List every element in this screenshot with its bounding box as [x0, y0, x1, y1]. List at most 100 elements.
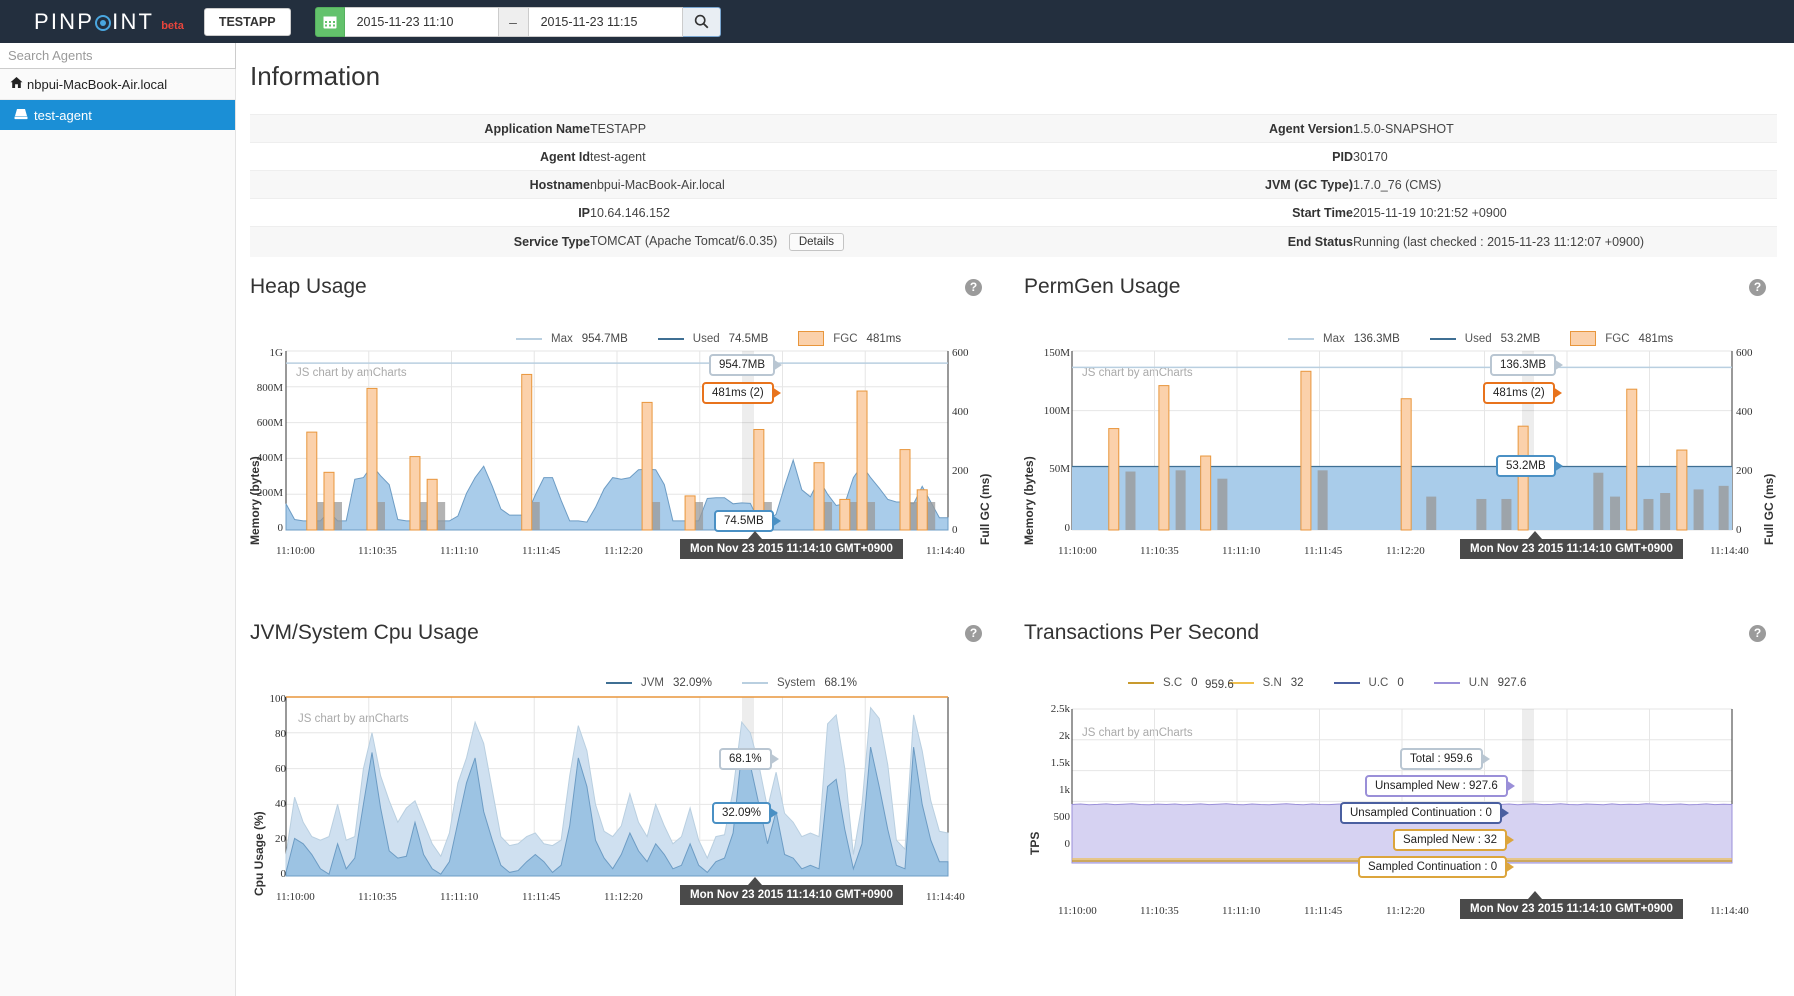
- info-label: Hostname: [529, 177, 590, 192]
- cursor-arrow-icon: [1528, 531, 1542, 539]
- legend-label: U.N: [1468, 677, 1489, 689]
- logo-text-part1: PINP: [34, 8, 95, 34]
- legend-value: 74.5MB: [728, 332, 769, 345]
- legend-item[interactable]: Used 53.2MB: [1429, 333, 1540, 345]
- sidebar-item-test-agent[interactable]: test-agent: [0, 100, 235, 130]
- legend-label: Max: [551, 332, 573, 345]
- cpu-system-balloon: 68.1%: [719, 748, 779, 770]
- sidebar-host-label: nbpui-MacBook-Air.local: [27, 76, 168, 92]
- legend-label: JVM: [641, 677, 664, 689]
- info-value: 10.64.146.152: [590, 205, 670, 220]
- legend-item[interactable]: Max 136.3MB: [1288, 333, 1400, 345]
- legend-line-icon: [516, 337, 542, 340]
- legend-value: 0: [1191, 677, 1198, 689]
- legend-item[interactable]: S.N 32: [1227, 677, 1304, 689]
- help-icon[interactable]: ?: [1749, 278, 1766, 296]
- cursor-arrow-icon: [1528, 891, 1542, 899]
- permgen-usage-chart[interactable]: Memory (bytes) Full GC (ms) JS chart by …: [1010, 345, 1780, 575]
- legend-value: 0: [1397, 677, 1404, 689]
- info-value: TESTAPP: [590, 121, 647, 136]
- cursor-arrow-icon: [748, 877, 762, 885]
- calendar-icon[interactable]: [314, 6, 345, 37]
- legend-line-icon: [742, 682, 769, 684]
- x-tick: 11:11:45: [522, 891, 561, 903]
- info-value: 1.5.0-SNAPSHOT: [1353, 121, 1454, 136]
- legend-item[interactable]: Max 954.7MB: [516, 333, 628, 345]
- from-date-input[interactable]: 2015-11-23 11:10: [344, 6, 499, 37]
- heap-max-balloon: 954.7MB: [709, 354, 783, 376]
- cpu-usage-panel: JVM/System Cpu Usage ? JVM 32.09% System…: [236, 621, 996, 905]
- legend-item[interactable]: FGC 481ms: [1570, 331, 1673, 346]
- range-separator-icon: –: [498, 6, 529, 37]
- x-tick: 11:11:45: [522, 545, 561, 557]
- to-date-input[interactable]: 2015-11-23 11:15: [528, 6, 683, 37]
- legend-item[interactable]: S.C 0: [1128, 677, 1198, 689]
- cpu-legend: JVM 32.09% System 68.1%: [606, 677, 996, 689]
- legend-label: Max: [1323, 332, 1345, 345]
- legend-value: 136.3MB: [1353, 332, 1400, 345]
- info-label: Start Time: [1292, 205, 1353, 220]
- heap-legend: Max 954.7MB Used 74.5MB FGC 481ms: [516, 331, 996, 346]
- legend-item[interactable]: JVM 32.09%: [606, 677, 712, 689]
- help-icon[interactable]: ?: [1749, 624, 1766, 642]
- legend-line-icon: [1288, 337, 1314, 340]
- info-label: Service Type: [513, 235, 590, 249]
- application-selector-button[interactable]: TESTAPP: [203, 7, 291, 36]
- logo-o-ring-icon: [95, 14, 112, 31]
- cpu-jvm-balloon: 32.09%: [712, 802, 779, 824]
- legend-line-icon: [657, 337, 684, 340]
- table-row: Agent Id test-agent PID 30170: [250, 142, 1777, 171]
- permgen-used-balloon: 53.2MB: [1496, 455, 1563, 477]
- x-tick: 11:10:35: [1140, 905, 1179, 917]
- legend-value: 481ms: [866, 332, 902, 345]
- x-tick: 11:10:00: [1058, 905, 1097, 917]
- info-label: IP: [578, 205, 590, 220]
- heap-fgc-balloon: 481ms (2): [702, 382, 781, 404]
- legend-item[interactable]: System 68.1%: [742, 677, 857, 689]
- x-tick: 11:14:40: [926, 545, 965, 557]
- info-value: Running (last checked : 2015-11-23 11:12…: [1353, 235, 1645, 249]
- legend-label: System: [777, 677, 816, 689]
- legend-item[interactable]: FGC 481ms: [798, 331, 901, 346]
- cpu-usage-title: JVM/System Cpu Usage: [250, 621, 479, 644]
- legend-value: 927.6: [1497, 677, 1527, 689]
- x-tick: 11:10:00: [276, 545, 315, 557]
- help-icon[interactable]: ?: [965, 278, 982, 296]
- tps-panel: Transactions Per Second ? S.C 0 S.N 32 U…: [1010, 621, 1780, 919]
- sidebar-agent-label: test-agent: [34, 107, 92, 123]
- tps-sampled-new-balloon: Sampled New : 32: [1393, 829, 1514, 851]
- cpu-usage-chart[interactable]: Cpu Usage (%) JS chart by amCharts 100 8…: [236, 691, 996, 921]
- legend-value: 32: [1290, 677, 1304, 689]
- legend-label: S.C: [1163, 677, 1183, 689]
- info-label: JVM (GC Type): [1265, 177, 1353, 192]
- page-title: Information: [250, 61, 381, 91]
- date-range-picker: 2015-11-23 11:10 – 2015-11-23 11:15: [314, 6, 721, 37]
- info-value: 30170: [1353, 149, 1388, 164]
- x-tick: 11:12:20: [604, 891, 643, 903]
- tps-cursor-tooltip: Mon Nov 23 2015 11:14:10 GMT+0900: [1460, 899, 1683, 919]
- heap-used-balloon: 74.5MB: [714, 510, 781, 532]
- heap-usage-chart[interactable]: Memory (bytes) Full GC (ms) JS chart by …: [236, 345, 996, 575]
- tps-unsampled-cont-balloon: Unsampled Continuation : 0: [1340, 802, 1509, 824]
- home-icon: [10, 76, 23, 92]
- legend-item[interactable]: U.C 0: [1333, 677, 1404, 689]
- search-submit-button[interactable]: [682, 6, 721, 37]
- legend-line-icon: [1333, 682, 1360, 684]
- legend-label: U.C: [1368, 677, 1389, 689]
- agent-sidebar: Search Agents nbpui-MacBook-Air.local te…: [0, 43, 236, 996]
- heap-cursor-tooltip: Mon Nov 23 2015 11:14:10 GMT+0900: [680, 539, 903, 559]
- legend-item[interactable]: Used 74.5MB: [657, 332, 769, 345]
- sidebar-host-item[interactable]: nbpui-MacBook-Air.local: [0, 69, 235, 100]
- cursor-arrow-icon: [748, 531, 762, 539]
- legend-label: FGC: [833, 332, 858, 345]
- details-button[interactable]: Details: [788, 233, 844, 251]
- x-tick: 11:10:00: [1058, 545, 1097, 557]
- tps-chart[interactable]: TPS JS chart by amCharts 2.5k 2k 1.5k 1k…: [1010, 703, 1780, 935]
- help-icon[interactable]: ?: [965, 624, 982, 642]
- tps-title: Transactions Per Second: [1024, 621, 1260, 644]
- x-tick: 11:11:10: [440, 545, 479, 557]
- pinpoint-logo[interactable]: PINP INT beta: [34, 9, 184, 35]
- permgen-max-balloon: 136.3MB: [1490, 354, 1564, 376]
- legend-item[interactable]: U.N 927.6: [1433, 677, 1527, 689]
- search-agents-input[interactable]: Search Agents: [0, 43, 236, 69]
